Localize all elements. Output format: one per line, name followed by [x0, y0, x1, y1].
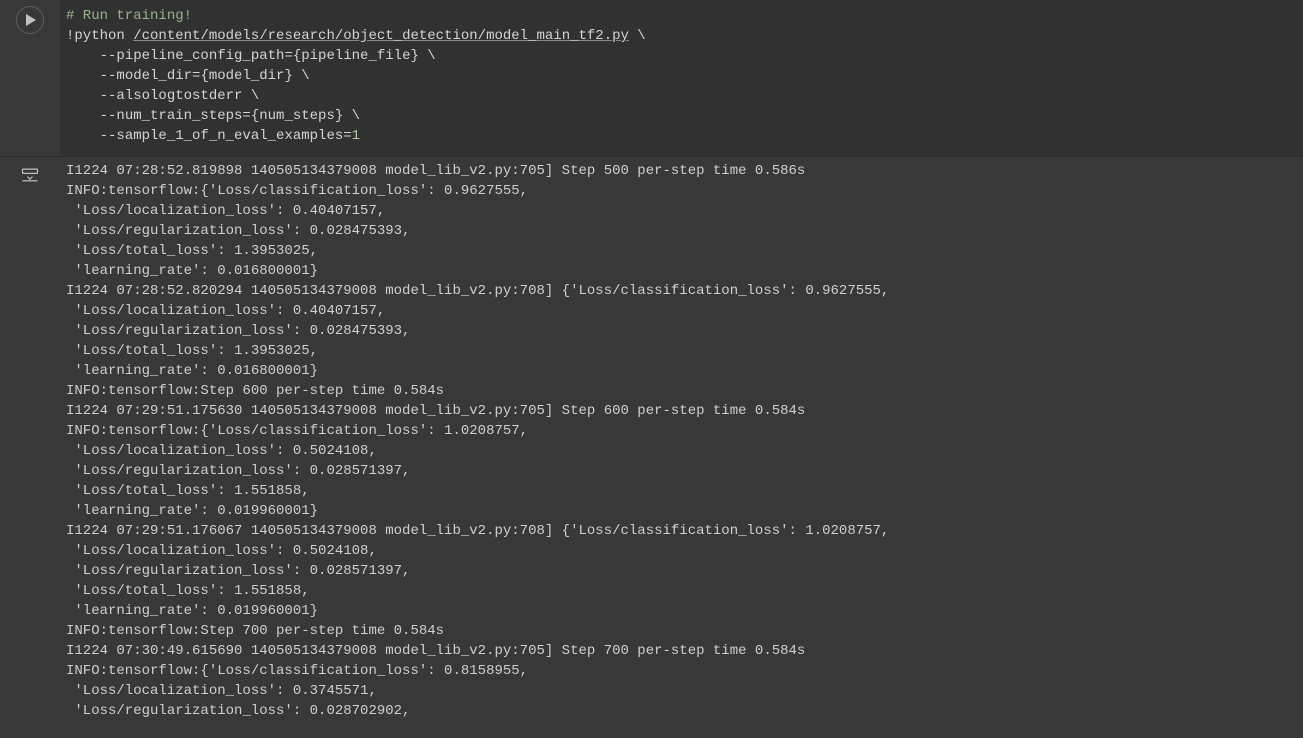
code-token: } — [284, 68, 292, 84]
toggle-output-button[interactable] — [18, 163, 42, 187]
code-token: \ — [343, 108, 360, 124]
code-editor[interactable]: # Run training! !python /content/models/… — [60, 0, 1303, 156]
code-token: model_dir — [209, 68, 285, 84]
code-token: \ — [629, 28, 646, 44]
code-token: --model_dir= — [100, 68, 201, 84]
code-number: 1 — [352, 128, 360, 144]
code-indent — [66, 108, 100, 124]
code-input-area[interactable]: # Run training! !python /content/models/… — [0, 0, 1303, 157]
code-indent — [66, 48, 100, 64]
code-token: { — [200, 68, 208, 84]
code-token: \ — [419, 48, 436, 64]
code-token: !python — [66, 28, 133, 44]
play-icon — [25, 14, 37, 26]
notebook-cell: # Run training! !python /content/models/… — [0, 0, 1303, 727]
output-area: I1224 07:28:52.819898 140505134379008 mo… — [0, 157, 1303, 727]
cell-gutter — [0, 0, 60, 156]
code-token: --pipeline_config_path= — [100, 48, 293, 64]
run-cell-button[interactable] — [16, 6, 44, 34]
code-comment: # Run training! — [66, 8, 192, 24]
code-token: { — [293, 48, 301, 64]
code-token: --sample_1_of_n_eval_examples= — [100, 128, 352, 144]
code-token: --alsologtostderr \ — [100, 88, 260, 104]
code-token: } — [410, 48, 418, 64]
code-token: { — [251, 108, 259, 124]
code-indent — [66, 128, 100, 144]
code-token: \ — [293, 68, 310, 84]
code-token: num_steps — [259, 108, 335, 124]
code-token: pipeline_file — [301, 48, 410, 64]
code-token: --num_train_steps= — [100, 108, 251, 124]
code-path: /content/models/research/object_detectio… — [133, 28, 629, 44]
output-gutter — [0, 157, 60, 727]
code-indent — [66, 88, 100, 104]
code-indent — [66, 68, 100, 84]
output-text[interactable]: I1224 07:28:52.819898 140505134379008 mo… — [60, 157, 1303, 727]
output-toggle-icon — [20, 165, 40, 185]
